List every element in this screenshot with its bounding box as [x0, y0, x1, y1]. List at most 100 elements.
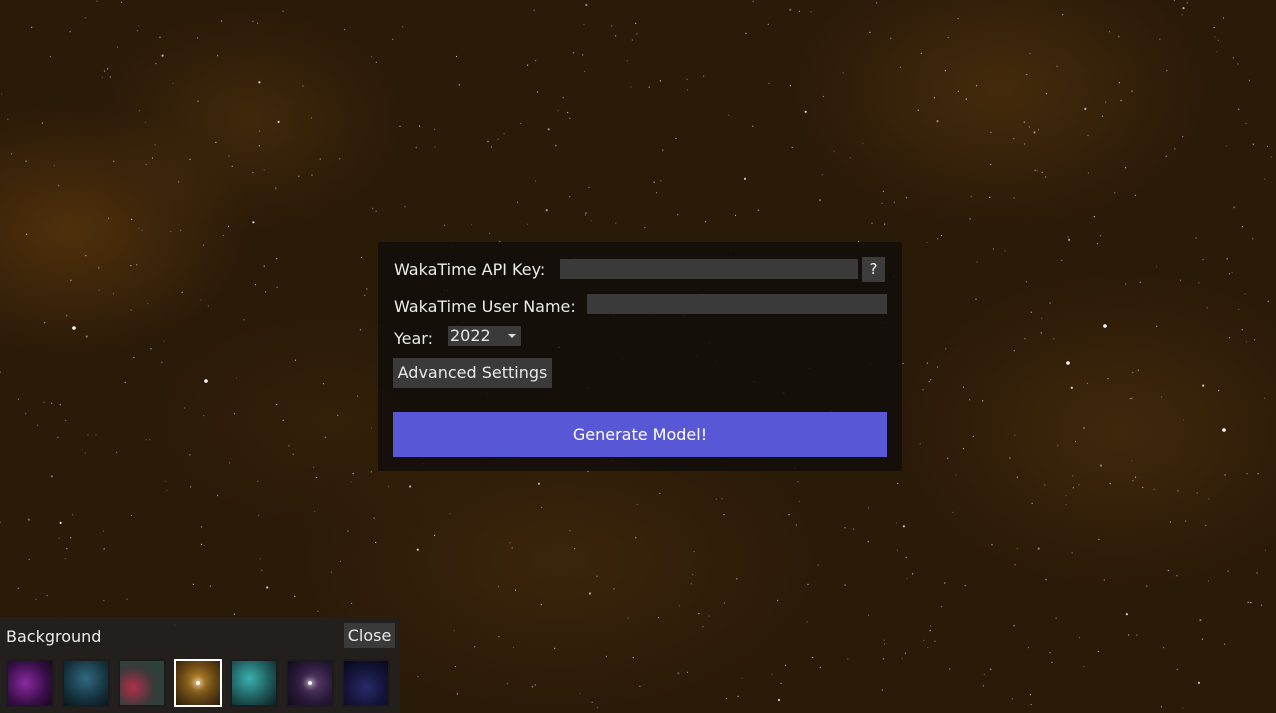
star	[1, 93, 3, 95]
background-thumbnail-violet-star[interactable]	[286, 659, 334, 707]
background-thumbnail-orange-nebula[interactable]	[174, 659, 222, 707]
star	[806, 621, 808, 623]
star	[1129, 398, 1131, 400]
background-thumbnail-dark-blue-nebula[interactable]	[342, 659, 390, 707]
star	[937, 238, 939, 240]
star	[434, 128, 436, 130]
star	[1264, 178, 1266, 180]
star	[1159, 38, 1161, 40]
star	[46, 595, 48, 597]
star	[434, 534, 436, 537]
star	[31, 26, 33, 28]
api-key-help-button[interactable]: ?	[862, 257, 885, 282]
star	[196, 37, 199, 39]
star	[197, 100, 199, 102]
background-thumbnail-purple-nebula[interactable]	[6, 659, 54, 707]
star	[512, 646, 515, 649]
star	[1216, 51, 1218, 53]
background-thumbnail-red-green-nebula[interactable]	[118, 659, 166, 707]
star	[941, 606, 943, 608]
star	[656, 192, 658, 194]
advanced-settings-button[interactable]: Advanced Settings	[393, 358, 552, 388]
star	[639, 685, 641, 688]
star	[1185, 520, 1187, 522]
star	[584, 70, 586, 72]
star	[743, 177, 747, 180]
star	[862, 142, 864, 144]
star	[821, 174, 823, 176]
star	[207, 305, 209, 307]
star	[591, 701, 593, 703]
star	[233, 413, 236, 415]
star	[1061, 259, 1063, 261]
star	[926, 241, 928, 244]
background-thumbnail-teal-nebula[interactable]	[62, 659, 110, 707]
star	[736, 578, 738, 580]
star	[1109, 483, 1111, 485]
star	[1016, 547, 1018, 550]
star	[822, 95, 824, 98]
star	[791, 146, 793, 149]
star	[261, 569, 263, 571]
star	[579, 692, 581, 694]
star	[344, 29, 346, 31]
api-key-input[interactable]	[560, 259, 858, 279]
background-thumbnail-cyan-nebula[interactable]	[230, 659, 278, 707]
star	[1044, 484, 1046, 486]
star	[635, 22, 637, 24]
star	[944, 70, 947, 72]
star	[1238, 308, 1240, 310]
star	[1045, 176, 1047, 178]
star	[569, 530, 571, 532]
star	[252, 172, 254, 174]
star	[1016, 476, 1018, 478]
star	[330, 571, 332, 573]
star	[503, 133, 505, 135]
star	[949, 668, 951, 670]
star	[990, 668, 992, 670]
star	[1125, 283, 1127, 285]
star	[17, 587, 19, 589]
star	[812, 656, 814, 659]
star	[1029, 53, 1031, 55]
star	[871, 222, 873, 224]
year-dropdown[interactable]: 2022	[448, 326, 521, 346]
star	[1195, 237, 1197, 239]
username-input[interactable]	[587, 294, 887, 314]
chevron-down-icon	[508, 334, 516, 338]
star	[69, 31, 71, 33]
star	[1244, 293, 1246, 295]
star	[138, 227, 140, 229]
star	[85, 255, 87, 257]
star	[1040, 332, 1042, 334]
close-button[interactable]: Close	[344, 623, 395, 648]
star	[360, 256, 363, 259]
star	[189, 158, 191, 160]
star	[44, 322, 46, 324]
star	[136, 264, 138, 266]
star	[66, 548, 68, 550]
star	[1222, 17, 1225, 19]
background-picker-panel: Background Close	[0, 617, 400, 713]
star	[884, 223, 886, 225]
star	[1028, 126, 1030, 128]
star	[705, 221, 707, 223]
star	[145, 163, 147, 166]
generate-model-button[interactable]: Generate Model!	[393, 412, 887, 457]
star	[605, 655, 608, 658]
star	[95, 434, 97, 436]
star	[50, 475, 54, 478]
star	[798, 10, 801, 12]
star	[686, 671, 689, 674]
star	[131, 218, 133, 220]
star	[1165, 155, 1167, 157]
star	[899, 66, 902, 68]
star	[1125, 613, 1128, 616]
star	[1078, 484, 1080, 486]
star	[51, 402, 53, 404]
star	[976, 261, 978, 263]
star	[555, 145, 557, 147]
star	[798, 500, 800, 502]
bright-star	[1103, 324, 1107, 328]
star	[784, 664, 787, 666]
